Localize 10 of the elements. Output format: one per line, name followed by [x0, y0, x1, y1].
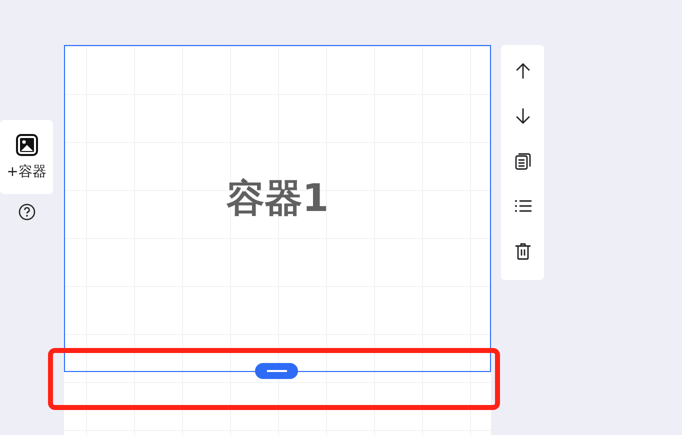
help-icon[interactable] — [18, 203, 36, 221]
trash-icon — [512, 241, 532, 261]
container-frame[interactable]: 容器1 — [64, 45, 491, 372]
delete-button[interactable] — [512, 241, 532, 261]
resize-handle[interactable] — [255, 363, 298, 379]
copy-button[interactable] — [512, 151, 532, 171]
container-title: 容器1 — [226, 174, 329, 222]
copy-icon — [512, 151, 532, 171]
image-icon — [14, 133, 38, 157]
add-container-button[interactable]: +容器 — [0, 120, 53, 194]
